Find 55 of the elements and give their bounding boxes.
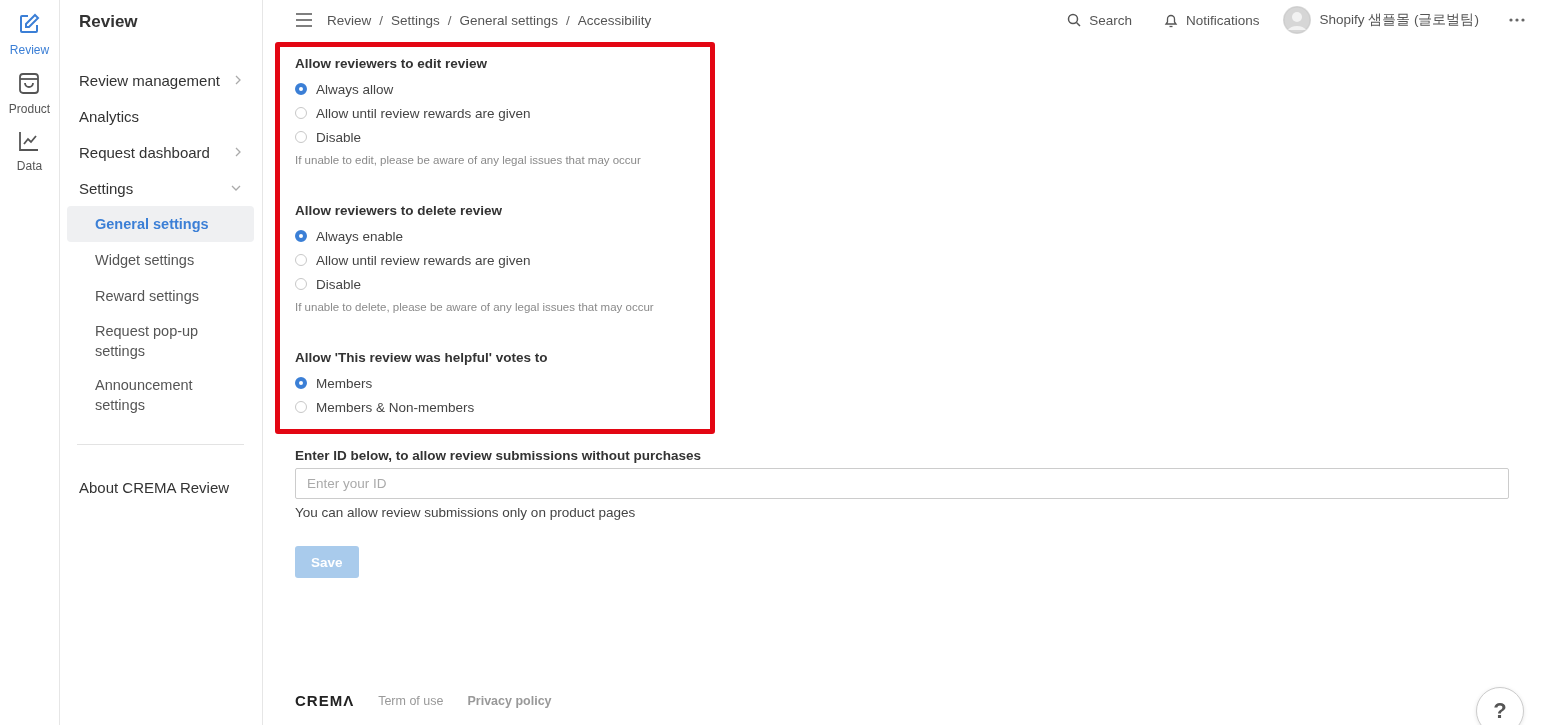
brand-logo: CREMΛ xyxy=(295,692,355,709)
sidebar-item[interactable]: Settings xyxy=(67,170,254,206)
radio-option[interactable]: Allow until review rewards are given xyxy=(295,101,531,125)
radio-button[interactable] xyxy=(295,131,307,143)
radio-button[interactable] xyxy=(295,278,307,290)
sidebar-item[interactable]: About CREMA Review xyxy=(67,469,254,505)
breadcrumb-item[interactable]: Review xyxy=(327,12,372,28)
radio-button[interactable] xyxy=(295,107,307,119)
radio-option[interactable]: Members xyxy=(295,371,373,395)
sidebar-title: Review xyxy=(79,12,139,32)
sidebar-subitem[interactable]: Request pop-up settings xyxy=(67,314,254,368)
sidebar-subitem[interactable]: General settings xyxy=(67,206,254,242)
sidebar-subitem[interactable]: Reward settings xyxy=(67,278,254,314)
sidebar-subitem[interactable]: Announcement settings xyxy=(67,368,254,422)
search-button[interactable]: Search xyxy=(1067,12,1132,28)
help-button[interactable]: ? xyxy=(1476,687,1524,725)
radio-button[interactable] xyxy=(295,230,307,242)
radio-button[interactable] xyxy=(295,83,307,95)
help-text: You can allow review submissions only on product pages xyxy=(295,505,637,520)
account-menu[interactable]: Shopify 샘플몰 (글로벌팀) xyxy=(1283,6,1479,34)
bell-icon xyxy=(1163,12,1178,28)
sidebar-item[interactable]: Analytics xyxy=(67,98,254,134)
more-icon[interactable] xyxy=(1509,18,1525,22)
rail-tab[interactable]: Data xyxy=(16,130,43,173)
rail-tab[interactable]: Product xyxy=(8,71,51,116)
breadcrumb-item[interactable]: General settings xyxy=(459,12,558,28)
notifications-button[interactable]: Notifications xyxy=(1163,12,1260,28)
menu-icon[interactable] xyxy=(295,13,313,27)
id-input-field[interactable]: Enter your ID xyxy=(295,468,1509,499)
rail-tab[interactable]: Review xyxy=(9,12,50,57)
radio-option[interactable]: Disable xyxy=(295,125,362,149)
radio-option[interactable]: Disable xyxy=(295,272,362,296)
sidebar-item[interactable]: Review management xyxy=(67,62,254,98)
field-label: Enter ID below, to allow review submissions without purchases xyxy=(295,448,703,463)
group-heading: Allow reviewers to edit review xyxy=(295,55,489,73)
sidebar-subitem[interactable]: Widget settings xyxy=(67,242,254,278)
breadcrumb-separator: / xyxy=(447,12,452,28)
hint-text: If unable to delete, please be aware of any legal issues that may occur xyxy=(295,300,655,315)
breadcrumb-item[interactable]: Settings xyxy=(391,12,440,28)
radio-option[interactable]: Always allow xyxy=(295,77,394,101)
breadcrumb-item: Accessibility xyxy=(577,12,652,28)
radio-option[interactable]: Members & Non-members xyxy=(295,395,475,419)
radio-option[interactable]: Allow until review rewards are given xyxy=(295,248,531,272)
group-heading: Allow 'This review was helpful' votes to xyxy=(295,349,549,367)
radio-button[interactable] xyxy=(295,401,307,413)
radio-button[interactable] xyxy=(295,377,307,389)
hint-text: If unable to edit, please be aware of any legal issues that may occur xyxy=(295,153,642,168)
breadcrumb-separator: / xyxy=(565,12,570,28)
radio-button[interactable] xyxy=(295,254,307,266)
avatar-icon xyxy=(1283,6,1312,34)
sidebar-item[interactable]: Request dashboard xyxy=(67,134,254,170)
radio-option[interactable]: Always enable xyxy=(295,224,404,248)
search-icon xyxy=(1067,13,1082,27)
breadcrumb-separator: / xyxy=(379,12,384,28)
group-heading: Allow reviewers to delete review xyxy=(295,202,504,220)
